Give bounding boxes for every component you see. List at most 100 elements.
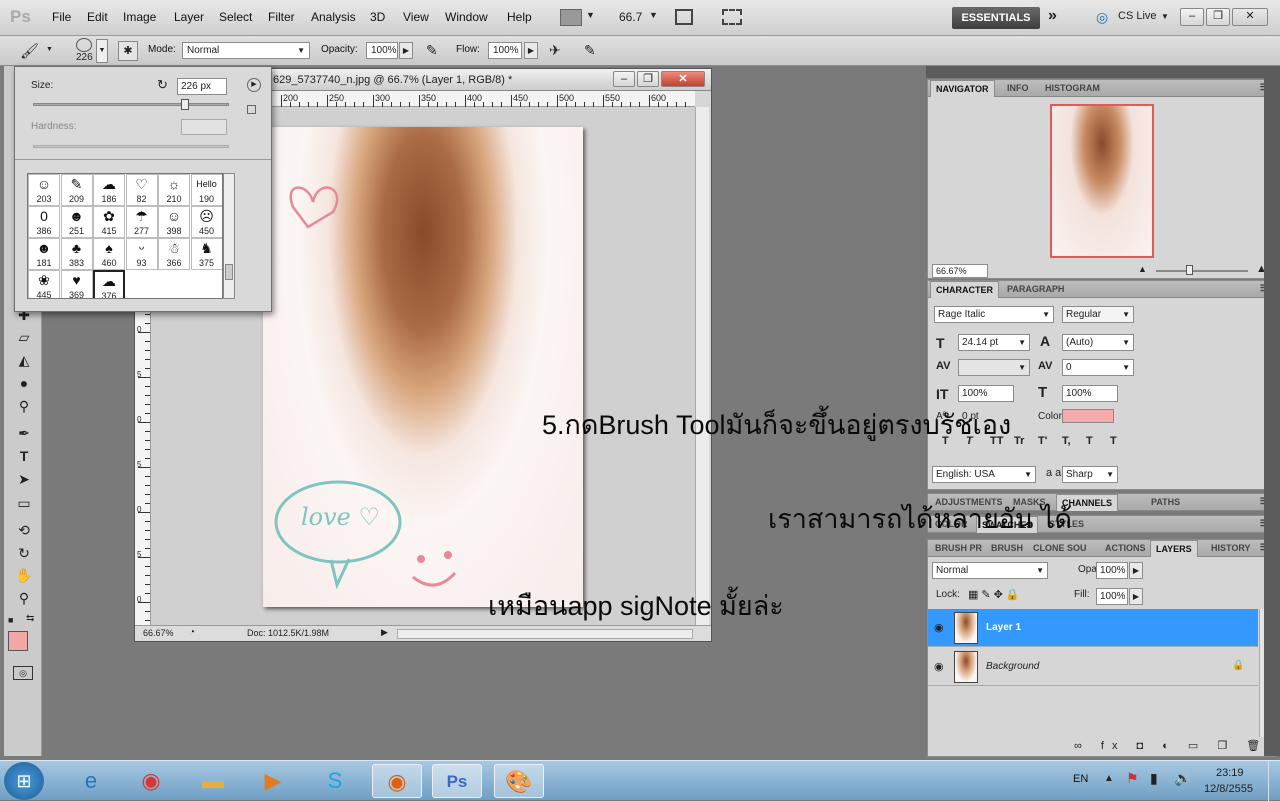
layer-opacity-input[interactable]: 100% — [1096, 562, 1128, 579]
tab-histogram[interactable]: HISTOGRAM — [1040, 82, 1105, 94]
start-button[interactable]: ⊞ — [4, 762, 44, 800]
tab-history[interactable]: HISTORY — [1206, 542, 1256, 554]
brush-size-readout[interactable]: 226 — [76, 52, 93, 63]
brush-preset[interactable]: ♣ 383 — [60, 238, 93, 270]
kerning-input[interactable]: ▼ — [958, 359, 1030, 376]
explorer-folder-icon[interactable]: ▬ — [188, 764, 238, 798]
tab-paths[interactable]: PATHS — [1146, 496, 1185, 508]
menu-window[interactable]: Window — [445, 10, 488, 24]
font-style-button[interactable]: T — [1110, 435, 1117, 447]
tab-clone-sou[interactable]: CLONE SOU — [1028, 542, 1092, 554]
zoom-level[interactable]: 66.7 — [619, 10, 642, 24]
picker-menu-icon[interactable]: ▶ — [247, 78, 261, 92]
clock-date[interactable]: 12/8/2555 — [1204, 783, 1253, 795]
zoom-slider-thumb[interactable] — [1186, 265, 1193, 275]
opacity-input[interactable]: 100% — [366, 42, 398, 59]
status-info-icon[interactable]: ◔ — [189, 627, 195, 638]
size-slider-thumb[interactable] — [181, 99, 190, 110]
tab-info[interactable]: INFO — [1002, 82, 1034, 94]
brush-preset[interactable]: ☼ 210 — [158, 174, 190, 206]
brush-preset[interactable]: ♡ 82 — [125, 174, 158, 206]
quick-mask-icon[interactable]: ◎ — [13, 666, 33, 680]
menu-help[interactable]: Help — [507, 10, 532, 24]
brush-preset[interactable]: ☻ 181 — [28, 238, 60, 270]
font-family-select[interactable]: Rage Italic ▼ — [934, 306, 1054, 323]
tool-preset-dropdown-icon[interactable]: ▼ — [46, 46, 53, 53]
doc-minimize-button[interactable]: – — [613, 71, 635, 87]
brush-preset[interactable]: ♠ 460 — [93, 238, 125, 270]
hand-icon[interactable]: ✋ — [15, 566, 33, 584]
foreground-color-swatch[interactable] — [8, 631, 28, 651]
blend-mode-select[interactable]: Normal ▼ — [932, 562, 1048, 579]
layer-opacity-slider-toggle[interactable]: ▶ — [1129, 562, 1143, 579]
layer-row[interactable]: ◉ Layer 1 — [928, 609, 1258, 647]
volume-icon[interactable]: 🔊 — [1174, 770, 1191, 787]
arrange-documents-icon[interactable] — [675, 9, 693, 25]
layer-name[interactable]: Background — [986, 661, 1039, 672]
fill-input[interactable]: 100% — [1096, 588, 1128, 605]
brush-preset[interactable]: 0 386 — [28, 206, 60, 238]
paint-icon[interactable]: 🎨 — [494, 764, 544, 798]
brush-preset[interactable]: ☁ 376 — [93, 270, 125, 298]
brush-picker-toggle[interactable]: ▼ — [96, 39, 108, 63]
show-desktop-button[interactable] — [1268, 761, 1280, 801]
media-player-icon[interactable]: ▶ — [248, 764, 298, 798]
status-menu-arrow[interactable]: ▶ — [381, 627, 388, 638]
menu-edit[interactable]: Edit — [87, 10, 108, 24]
brush-tool-icon[interactable]: 🖌 — [20, 42, 39, 60]
mode-select[interactable]: Normal ▼ — [182, 42, 310, 59]
chevron-down-icon[interactable]: ▼ — [1161, 12, 1169, 21]
navigator-zoom-slider[interactable] — [1156, 270, 1248, 272]
brush-grid-scrollbar[interactable] — [223, 173, 235, 299]
airbrush-icon[interactable]: ✈ — [549, 42, 561, 59]
horizontal-scale-input[interactable]: 100% — [1062, 385, 1118, 402]
blur-icon[interactable]: ● — [15, 374, 33, 392]
screen-mode-icon[interactable] — [722, 9, 742, 25]
brush-preset[interactable]: ☁ 186 — [93, 174, 125, 206]
zoom-icon[interactable]: ⚲ — [15, 589, 33, 607]
font-style-button[interactable]: T — [1086, 435, 1093, 447]
workspace-essentials-button[interactable]: ESSENTIALS — [952, 7, 1040, 29]
font-style-select[interactable]: Regular ▼ — [1062, 306, 1134, 323]
layer-row[interactable]: ◉ Background 🔒 — [928, 648, 1258, 686]
chevron-down-icon[interactable]: ▼ — [649, 10, 658, 20]
3d-rotate-icon[interactable]: ⟲ — [15, 521, 33, 539]
scroll-thumb[interactable] — [225, 264, 233, 280]
brush-preset[interactable]: Hello 190 — [190, 174, 222, 206]
pressure-opacity-icon[interactable]: ✎ — [426, 42, 438, 59]
cs-live-label[interactable]: CS Live — [1118, 10, 1157, 22]
chevron-down-icon[interactable]: ▼ — [586, 10, 595, 20]
paint-bucket-icon[interactable]: ◭ — [15, 351, 33, 369]
brush-preset[interactable]: ☃ 366 — [158, 238, 190, 270]
vertical-scrollbar[interactable] — [695, 107, 709, 625]
brush-preset[interactable]: ☂ 277 — [125, 206, 158, 238]
minimize-button[interactable]: – — [1180, 8, 1204, 26]
type-icon[interactable]: T — [15, 447, 33, 465]
navigator-preview[interactable] — [1050, 104, 1154, 258]
brush-preset[interactable]: ☺ 398 — [158, 206, 190, 238]
tab-actions[interactable]: ACTIONS — [1100, 542, 1151, 554]
menu-image[interactable]: Image — [123, 10, 156, 24]
doc-close-button[interactable]: ✕ — [661, 71, 705, 87]
default-colors-icon[interactable]: ■ — [8, 615, 13, 625]
layers-footer-icons[interactable]: ∞ fx ◘ ◐ ▭ ❐ 🗑 — [1074, 739, 1268, 752]
menu-file[interactable]: File — [52, 10, 71, 24]
firefox-icon[interactable]: ◉ — [372, 764, 422, 798]
zoom-readout[interactable]: 66.67% — [143, 628, 174, 638]
brush-tip-preview[interactable] — [76, 38, 92, 52]
tab-navigator[interactable]: NAVIGATOR — [930, 80, 995, 97]
tab-paragraph[interactable]: PARAGRAPH — [1002, 283, 1069, 295]
3d-orbit-icon[interactable]: ↻ — [15, 544, 33, 562]
clock-time[interactable]: 23:19 — [1216, 767, 1244, 779]
brush-panel-icon[interactable]: ✱ — [118, 41, 138, 61]
path-selection-icon[interactable]: ➤ — [15, 470, 33, 488]
internet-explorer-icon[interactable]: e — [66, 764, 116, 798]
visibility-eye-icon[interactable]: ◉ — [934, 621, 944, 634]
dodge-icon[interactable]: ⚲ — [15, 397, 33, 415]
pen-icon[interactable]: ✒ — [15, 424, 33, 442]
menu-filter[interactable]: Filter — [268, 10, 295, 24]
text-color-swatch[interactable] — [1062, 409, 1114, 423]
brush-preset[interactable]: ❀ 445 — [28, 270, 60, 298]
chrome-icon[interactable]: ◉ — [126, 764, 176, 798]
reset-size-icon[interactable]: ↻ — [157, 77, 168, 93]
